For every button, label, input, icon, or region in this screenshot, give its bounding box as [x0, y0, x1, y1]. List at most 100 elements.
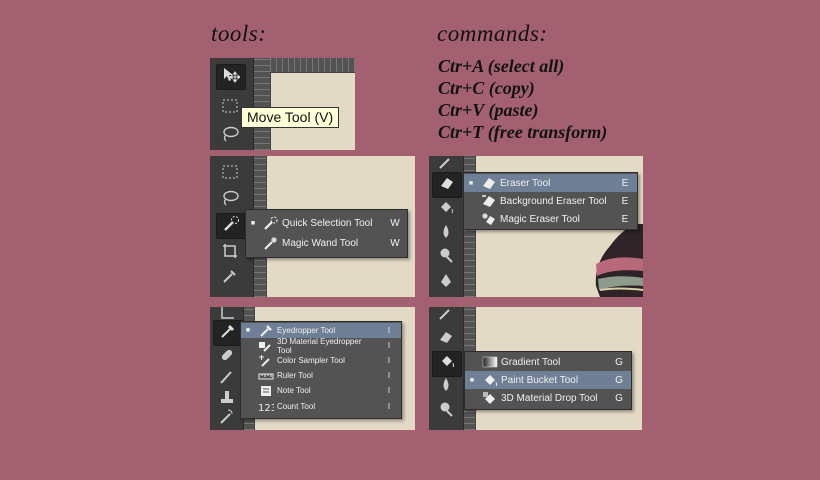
menu-item-label: 3D Material Drop Tool — [501, 392, 598, 404]
menu-item-color-sampler[interactable]: Color Sampler Tool I — [241, 353, 401, 368]
quick-selection-tool-button[interactable] — [216, 213, 246, 239]
history-brush-button[interactable] — [213, 407, 241, 430]
shortcut-key: I — [387, 326, 391, 335]
paint-bucket-icon — [438, 353, 456, 375]
menu-item-label: Quick Selection Tool — [282, 217, 373, 229]
count-icon: 123 — [255, 399, 277, 413]
menu-item-magic-wand[interactable]: Magic Wand Tool W — [246, 233, 407, 253]
commands-heading: commands: — [437, 21, 548, 46]
eraser-flyout: ■ Eraser Tool E Background Eraser Tool E… — [463, 172, 638, 230]
shortcut-key: W — [390, 217, 400, 229]
eraser-panel: ■ Eraser Tool E Background Eraser Tool E… — [429, 156, 643, 297]
svg-text:123: 123 — [258, 403, 274, 413]
color-sampler-icon — [255, 354, 277, 368]
paint-flyout: Gradient Tool G ■ Paint Bucket Tool G 3D… — [464, 351, 632, 410]
quick-selection-icon — [222, 215, 240, 237]
dodge-tool-button[interactable] — [432, 400, 460, 424]
blur-tool-button[interactable] — [432, 222, 460, 246]
crop-tool-button[interactable] — [216, 241, 244, 265]
pen-tool-button[interactable] — [432, 271, 460, 295]
shortcut-key: I — [387, 341, 391, 350]
toolbar — [210, 58, 254, 150]
healing-brush-button[interactable] — [213, 345, 241, 369]
eyedropper-icon — [219, 322, 237, 344]
paint-bucket-tool-button[interactable] — [432, 351, 462, 377]
shortcut-key: I — [387, 401, 391, 411]
eyedropper-panel: ■ Eyedropper Tool I 3D Material Eyedropp… — [210, 307, 415, 430]
eraser-icon — [478, 176, 500, 190]
menu-item-eraser[interactable]: ■ Eraser Tool E — [464, 174, 637, 192]
rectangular-marquee-icon — [221, 163, 239, 185]
menu-item-paint-bucket[interactable]: ■ Paint Bucket Tool G — [465, 371, 631, 389]
dodge-icon — [437, 401, 455, 423]
shortcut-key: G — [615, 374, 623, 386]
command-copy: Ctr+C (copy) — [438, 78, 535, 98]
lasso-icon — [221, 189, 239, 211]
eraser-tool-button[interactable] — [432, 327, 460, 351]
shortcut-key: I — [387, 356, 391, 365]
paint-bucket-icon — [437, 199, 455, 221]
toolbar — [210, 307, 244, 430]
shortcut-key: G — [615, 356, 623, 368]
menu-item-gradient[interactable]: Gradient Tool G — [465, 353, 631, 371]
eraser-icon — [437, 328, 455, 350]
gradient-icon — [479, 355, 501, 369]
3d-eyedropper-icon — [255, 339, 277, 353]
shortcut-key: E — [621, 213, 629, 225]
menu-item-ruler[interactable]: Ruler Tool I — [241, 368, 401, 383]
marquee-tool-button[interactable] — [216, 96, 244, 120]
move-tool-tooltip: Move Tool (V) — [241, 107, 340, 128]
menu-item-label: Magic Eraser Tool — [500, 213, 580, 225]
background-eraser-icon — [478, 194, 500, 208]
menu-item-label: Color Sampler Tool — [277, 356, 345, 365]
eraser-tool-button[interactable] — [432, 172, 462, 198]
shortcut-key: I — [387, 386, 391, 395]
shortcut-key: E — [621, 177, 629, 189]
note-icon — [255, 384, 277, 398]
eyedropper-icon — [221, 267, 239, 289]
menu-item-3d-material-drop[interactable]: 3D Material Drop Tool G — [465, 389, 631, 407]
command-select-all: Ctr+A (select all) — [438, 56, 565, 76]
quick-selection-panel: ■ Quick Selection Tool W Magic Wand Tool… — [210, 156, 415, 297]
command-paste: Ctr+V (paste) — [438, 100, 539, 120]
brush-icon — [218, 368, 236, 390]
blur-drop-icon — [437, 223, 455, 245]
active-indicator: ■ — [250, 219, 256, 227]
active-indicator: ■ — [468, 179, 474, 187]
move-tool-button[interactable] — [216, 64, 246, 90]
dodge-tool-button[interactable] — [432, 246, 460, 270]
menu-item-note[interactable]: Note Tool I — [241, 383, 401, 398]
blur-tool-button[interactable] — [432, 375, 460, 399]
eyedropper-icon — [255, 324, 277, 338]
marquee-tool-button[interactable] — [216, 162, 244, 186]
menu-item-magic-eraser[interactable]: Magic Eraser Tool E — [464, 210, 637, 228]
history-brush-button[interactable] — [432, 307, 460, 327]
menu-item-label: Paint Bucket Tool — [501, 374, 579, 386]
history-brush-icon — [437, 307, 455, 326]
menu-item-background-eraser[interactable]: Background Eraser Tool E — [464, 192, 637, 210]
magic-eraser-icon — [478, 212, 500, 226]
move-tool-panel — [210, 58, 355, 150]
ruler-icon — [255, 369, 277, 383]
rectangular-marquee-icon — [221, 97, 239, 119]
eyedropper-tool-button[interactable] — [216, 266, 244, 290]
active-indicator: ■ — [245, 327, 251, 334]
blur-drop-icon — [437, 376, 455, 398]
toolbar — [429, 156, 464, 297]
eyedropper-tool-button[interactable] — [213, 320, 243, 346]
horizontal-ruler — [270, 58, 355, 73]
paint-bucket-panel: Gradient Tool G ■ Paint Bucket Tool G 3D… — [429, 307, 642, 430]
paint-bucket-tool-button[interactable] — [432, 198, 460, 222]
tools-heading: tools: — [211, 21, 267, 46]
quick-selection-flyout: ■ Quick Selection Tool W Magic Wand Tool… — [245, 209, 408, 258]
toolbar — [429, 307, 464, 430]
lasso-tool-button[interactable] — [216, 188, 244, 212]
menu-item-label: 3D Material Eyedropper Tool — [277, 336, 362, 355]
menu-item-label: Magic Wand Tool — [282, 237, 359, 249]
menu-item-label: Count Tool — [277, 401, 316, 411]
lasso-tool-button[interactable] — [216, 124, 244, 148]
menu-item-count[interactable]: 123 Count Tool I — [241, 398, 401, 414]
menu-item-3d-material-eyedropper[interactable]: 3D Material Eyedropper Tool I — [241, 336, 401, 355]
menu-item-quick-selection[interactable]: ■ Quick Selection Tool W — [246, 213, 407, 233]
3d-material-drop-icon — [479, 391, 501, 405]
